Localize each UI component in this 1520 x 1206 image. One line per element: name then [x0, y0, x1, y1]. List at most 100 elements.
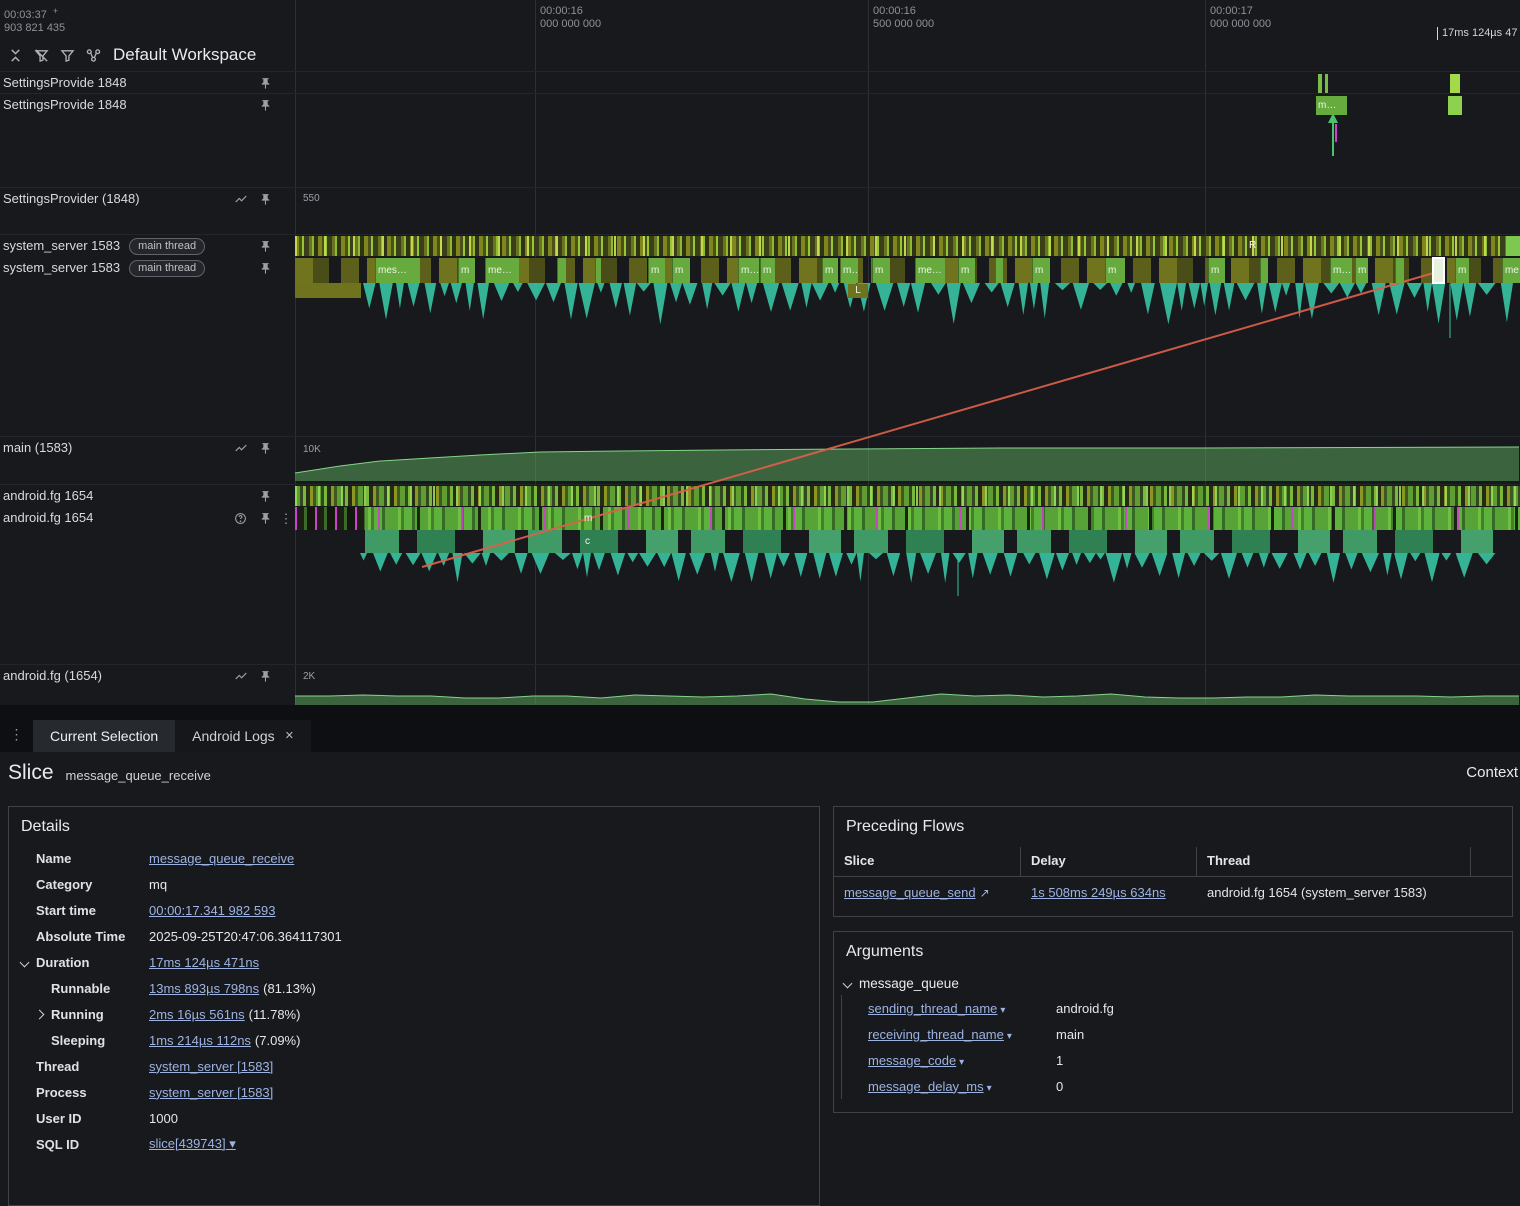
detail-label: Running: [51, 1006, 104, 1022]
track-row-settingsprovider-b[interactable]: SettingsProvide 1848: [0, 94, 294, 116]
filter-icon[interactable]: [59, 47, 76, 64]
pin-icon[interactable]: [257, 191, 273, 207]
tab-current-selection[interactable]: Current Selection: [33, 720, 176, 752]
argument-key-link[interactable]: message_delay_ms: [868, 1079, 984, 1094]
pin-icon[interactable]: [257, 238, 273, 254]
pin-icon[interactable]: [257, 668, 273, 684]
mini-slice[interactable]: [1448, 96, 1462, 115]
timeline-slice[interactable]: m: [672, 258, 690, 283]
timeline-slice[interactable]: [1395, 258, 1404, 283]
pin-icon[interactable]: [257, 75, 273, 91]
chevron-down-icon[interactable]: ▾: [1000, 1005, 1005, 1016]
chevron-down-icon[interactable]: ▾: [226, 1136, 236, 1151]
argument-key-link[interactable]: receiving_thread_name: [868, 1027, 1004, 1042]
show-graph-icon[interactable]: [233, 440, 249, 456]
pin-icon[interactable]: [257, 440, 273, 456]
argument-row: receiving_thread_name ▾ main: [842, 1021, 1512, 1047]
tab-android-logs[interactable]: Android Logs ✕: [175, 720, 311, 752]
chevron-down-icon[interactable]: [19, 957, 30, 967]
detail-value[interactable]: slice[439743]: [149, 1136, 226, 1151]
timeline-slice[interactable]: m: [648, 258, 665, 283]
pin-icon[interactable]: [257, 510, 273, 526]
detail-value[interactable]: 2ms 16µs 561ns: [149, 1007, 245, 1022]
detail-value[interactable]: 1ms 214µs 112ns: [149, 1033, 251, 1048]
show-graph-icon[interactable]: [233, 668, 249, 684]
detail-row: Thread system_server [1583]: [9, 1053, 819, 1079]
chevron-down-icon[interactable]: ▾: [959, 1057, 964, 1068]
timeline-slice[interactable]: m: [458, 258, 475, 283]
timeline-slice[interactable]: m: [1032, 258, 1050, 283]
chevron-right-icon[interactable]: [34, 1009, 45, 1019]
timeline-slice[interactable]: me…: [915, 258, 945, 283]
sched-slice[interactable]: [1506, 236, 1520, 256]
detail-value[interactable]: system_server [1583]: [149, 1085, 273, 1100]
slice-track-androidfg-depth1[interactable]: [365, 530, 1505, 553]
open-in-new-icon[interactable]: ↗: [980, 886, 990, 900]
context-button[interactable]: Context: [1466, 764, 1518, 781]
argument-root[interactable]: message_queue: [834, 970, 1512, 995]
slice-track-androidfg-depth0[interactable]: [295, 507, 1520, 530]
timeline-slice[interactable]: m: [1455, 258, 1469, 283]
show-graph-icon[interactable]: [233, 191, 249, 207]
slice-lane[interactable]: mes…mme…mmm…mmm…mme…mmmmm…mmme: [295, 258, 1520, 283]
flow-slice-link[interactable]: message_queue_send: [844, 885, 976, 900]
help-icon[interactable]: [232, 510, 248, 526]
track-row-systemserver-slices[interactable]: system_server 1583 main thread: [0, 257, 294, 330]
timeline-slice[interactable]: m: [1208, 258, 1225, 283]
timeline-area[interactable]: 00:03:37 + 903 821 435 00:00:16 000 000 00…: [0, 0, 1520, 705]
selected-slice[interactable]: [1432, 257, 1445, 284]
sched-track-systemserver[interactable]: [295, 236, 1520, 256]
timeline-slice[interactable]: m…: [1330, 258, 1352, 283]
argument-key-link[interactable]: sending_thread_name: [868, 1001, 997, 1016]
pin-icon[interactable]: [257, 488, 273, 504]
track-row-settingsprovider-a[interactable]: SettingsProvide 1848: [0, 72, 294, 94]
detail-value[interactable]: system_server [1583]: [149, 1059, 273, 1074]
track-row-main-counter[interactable]: main (1583): [0, 437, 294, 485]
timeline-slice[interactable]: [1260, 258, 1268, 283]
timeline-slice[interactable]: m: [958, 258, 975, 283]
track-row-settingsprovider-counter[interactable]: SettingsProvider (1848): [0, 188, 294, 235]
track-row-androidfg-counter[interactable]: android.fg (1654): [0, 665, 294, 705]
panel-menu-icon[interactable]: ⋮: [0, 726, 33, 752]
nested-slice[interactable]: L: [848, 284, 868, 298]
timeline-slice[interactable]: m: [1105, 258, 1125, 283]
detail-value[interactable]: 17ms 124µs 471ns: [149, 955, 259, 970]
chevron-down-icon[interactable]: ▾: [1007, 1031, 1012, 1042]
timeline-slice[interactable]: [595, 258, 601, 283]
mini-slice[interactable]: [1450, 74, 1460, 93]
mini-slice[interactable]: m…: [1316, 96, 1347, 115]
timeline-slice[interactable]: mes…: [375, 258, 420, 283]
timeline-slice[interactable]: [995, 258, 1003, 283]
track-menu-icon[interactable]: ⋮: [278, 510, 294, 526]
mini-slice[interactable]: [1325, 74, 1328, 93]
pin-icon[interactable]: [257, 97, 273, 113]
flow-delay-link[interactable]: 1s 508ms 249µs 634ns: [1031, 885, 1166, 900]
pin-icon[interactable]: [257, 260, 273, 276]
timeline-slice[interactable]: m: [822, 258, 838, 283]
detail-value[interactable]: 13ms 893µs 798ns: [149, 981, 259, 996]
timeline-slice[interactable]: m: [872, 258, 890, 283]
close-icon[interactable]: ✕: [285, 720, 294, 752]
detail-value[interactable]: 00:00:17.341 982 593: [149, 903, 276, 918]
filter-off-icon[interactable]: [33, 47, 50, 64]
detail-row: Duration 17ms 124µs 471ns: [9, 949, 819, 975]
workspace-icon[interactable]: [85, 47, 102, 64]
detail-row: User ID 1000: [9, 1105, 819, 1131]
track-row-systemserver-sched[interactable]: system_server 1583 main thread: [0, 235, 294, 257]
timeline-slice[interactable]: m: [1355, 258, 1368, 283]
timeline-slice[interactable]: m…: [840, 258, 858, 283]
timeline-slice[interactable]: m…: [738, 258, 759, 283]
collapse-tracks-icon[interactable]: [7, 47, 24, 64]
workspace-title[interactable]: Default Workspace: [113, 45, 256, 65]
timeline-slice[interactable]: me: [1502, 258, 1520, 283]
timeline-slice[interactable]: m: [760, 258, 775, 283]
chevron-down-icon[interactable]: ▾: [987, 1083, 992, 1094]
track-row-androidfg-slices[interactable]: android.fg 1654 ⋮: [0, 507, 294, 582]
sched-track-androidfg[interactable]: [295, 486, 1520, 506]
track-row-androidfg-sched[interactable]: android.fg 1654: [0, 485, 294, 507]
mini-slice[interactable]: [1318, 74, 1322, 93]
argument-key-link[interactable]: message_code: [868, 1053, 956, 1068]
timeline-slice[interactable]: [557, 258, 566, 283]
detail-value[interactable]: message_queue_receive: [149, 851, 294, 866]
timeline-slice[interactable]: me…: [485, 258, 519, 283]
